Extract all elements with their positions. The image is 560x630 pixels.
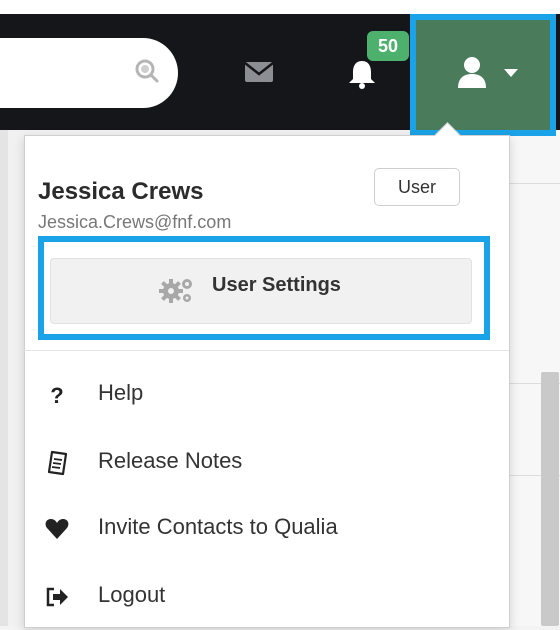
menu-item-help[interactable]: ? Help [24, 362, 509, 428]
user-role-badge: User [374, 168, 460, 206]
notification-count-badge: 50 [367, 31, 409, 61]
bell-icon[interactable] [345, 58, 379, 90]
menu-item-label: Logout [98, 582, 166, 607]
menu-item-label: Release Notes [98, 448, 243, 473]
envelope-icon[interactable] [244, 60, 274, 84]
search-icon[interactable] [134, 58, 160, 84]
menu-item-invite-contacts[interactable]: Invite Contacts to Qualia [24, 496, 509, 562]
page-left-edge [0, 130, 8, 626]
caret-down-icon [504, 69, 518, 77]
menu-divider [24, 350, 509, 351]
question-icon: ? [50, 383, 63, 408]
heart-icon [45, 519, 69, 539]
menu-item-label: Invite Contacts to Qualia [98, 514, 338, 539]
menu-item-release-notes[interactable]: Release Notes [24, 430, 509, 496]
user-email: Jessica.Crews@fnf.com [38, 212, 232, 232]
document-icon [47, 450, 68, 476]
menu-item-label: Help [98, 380, 144, 405]
svg-text:?: ? [50, 383, 63, 408]
logout-icon [46, 587, 68, 607]
gears-icon [159, 279, 192, 303]
user-settings-label: User Settings [212, 274, 341, 296]
menu-item-logout[interactable]: Logout [24, 564, 509, 630]
scrollbar[interactable] [541, 372, 559, 626]
user-icon [458, 57, 486, 88]
user-name: Jessica Crews [38, 178, 204, 205]
row-divider [508, 183, 560, 184]
